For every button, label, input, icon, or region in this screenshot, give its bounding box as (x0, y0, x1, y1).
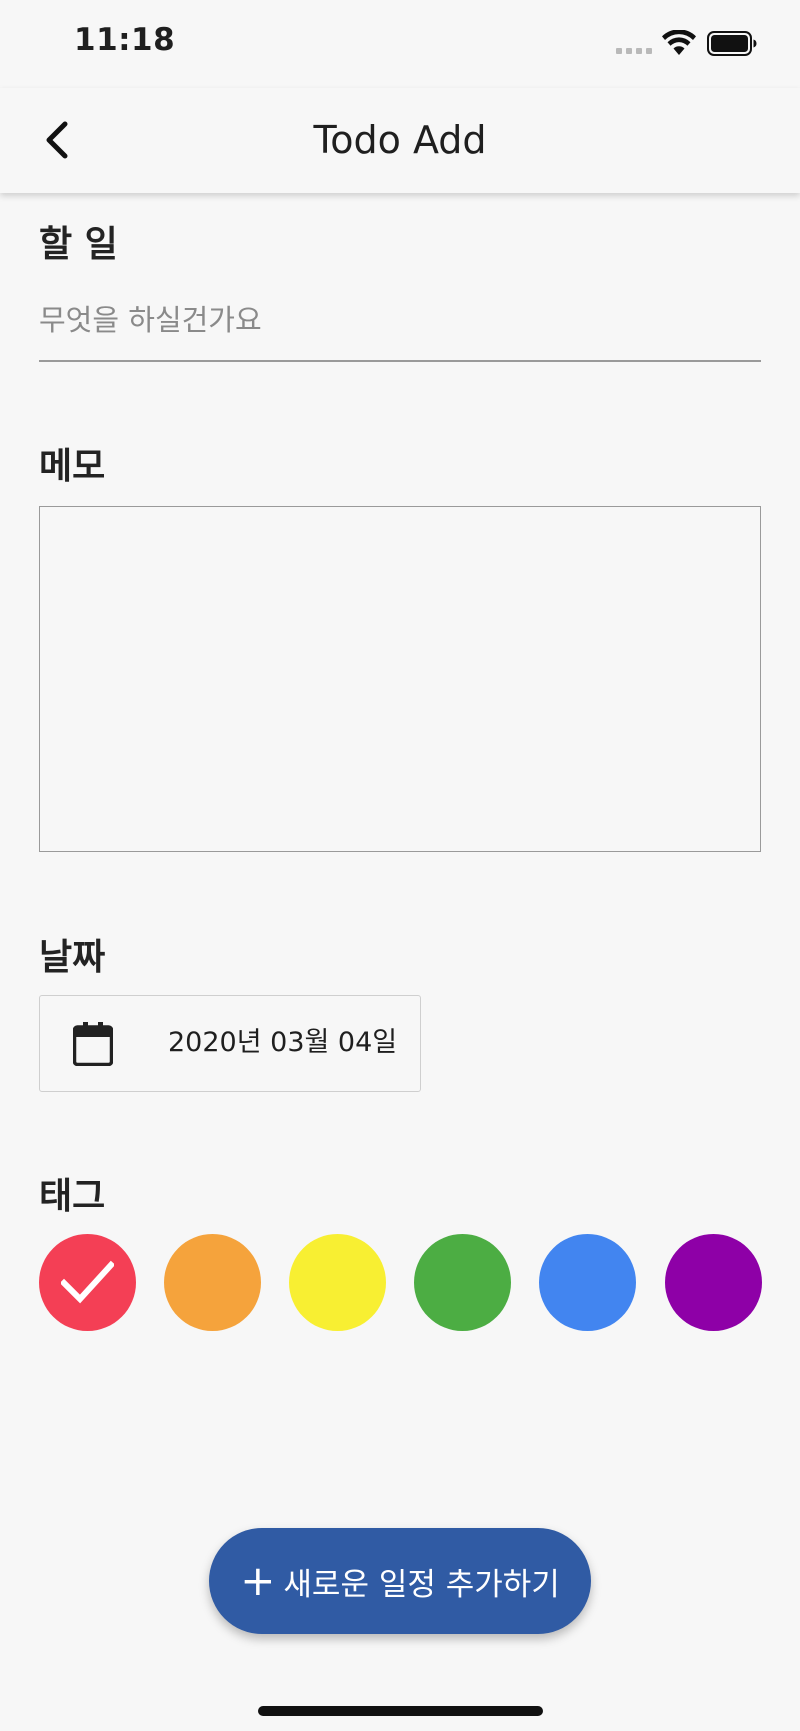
plus-icon: + (240, 1556, 276, 1605)
status-time: 11:18 (74, 22, 176, 58)
tag-color-green[interactable] (414, 1234, 511, 1331)
check-icon (61, 1260, 114, 1304)
tag-color-red[interactable] (39, 1234, 136, 1331)
tag-label: 태그 (39, 1176, 106, 1217)
calendar-icon (73, 1022, 113, 1066)
home-indicator (258, 1706, 543, 1716)
tag-color-purple[interactable] (665, 1234, 762, 1331)
memo-textarea[interactable] (39, 506, 761, 852)
date-value: 2020년 03월 04일 (168, 1027, 398, 1058)
cellular-signal-icon (616, 48, 652, 54)
page-title: Todo Add (313, 118, 487, 162)
navigation-bar: Todo Add (0, 88, 800, 193)
tag-color-blue[interactable] (539, 1234, 636, 1331)
todo-label: 할 일 (39, 224, 118, 265)
tag-color-orange[interactable] (164, 1234, 261, 1331)
tag-color-yellow[interactable] (289, 1234, 386, 1331)
date-label: 날짜 (39, 937, 106, 978)
tag-color-list (39, 1234, 762, 1331)
memo-label: 메모 (39, 446, 106, 487)
date-picker-button[interactable]: 2020년 03월 04일 (39, 995, 421, 1092)
wifi-icon (662, 30, 696, 55)
battery-icon (707, 31, 757, 56)
add-schedule-label: 새로운 일정 추가하기 (283, 1566, 560, 1603)
todo-input[interactable] (39, 280, 761, 362)
add-schedule-button[interactable]: + 새로운 일정 추가하기 (209, 1528, 591, 1634)
status-bar: 11:18 (0, 0, 800, 88)
